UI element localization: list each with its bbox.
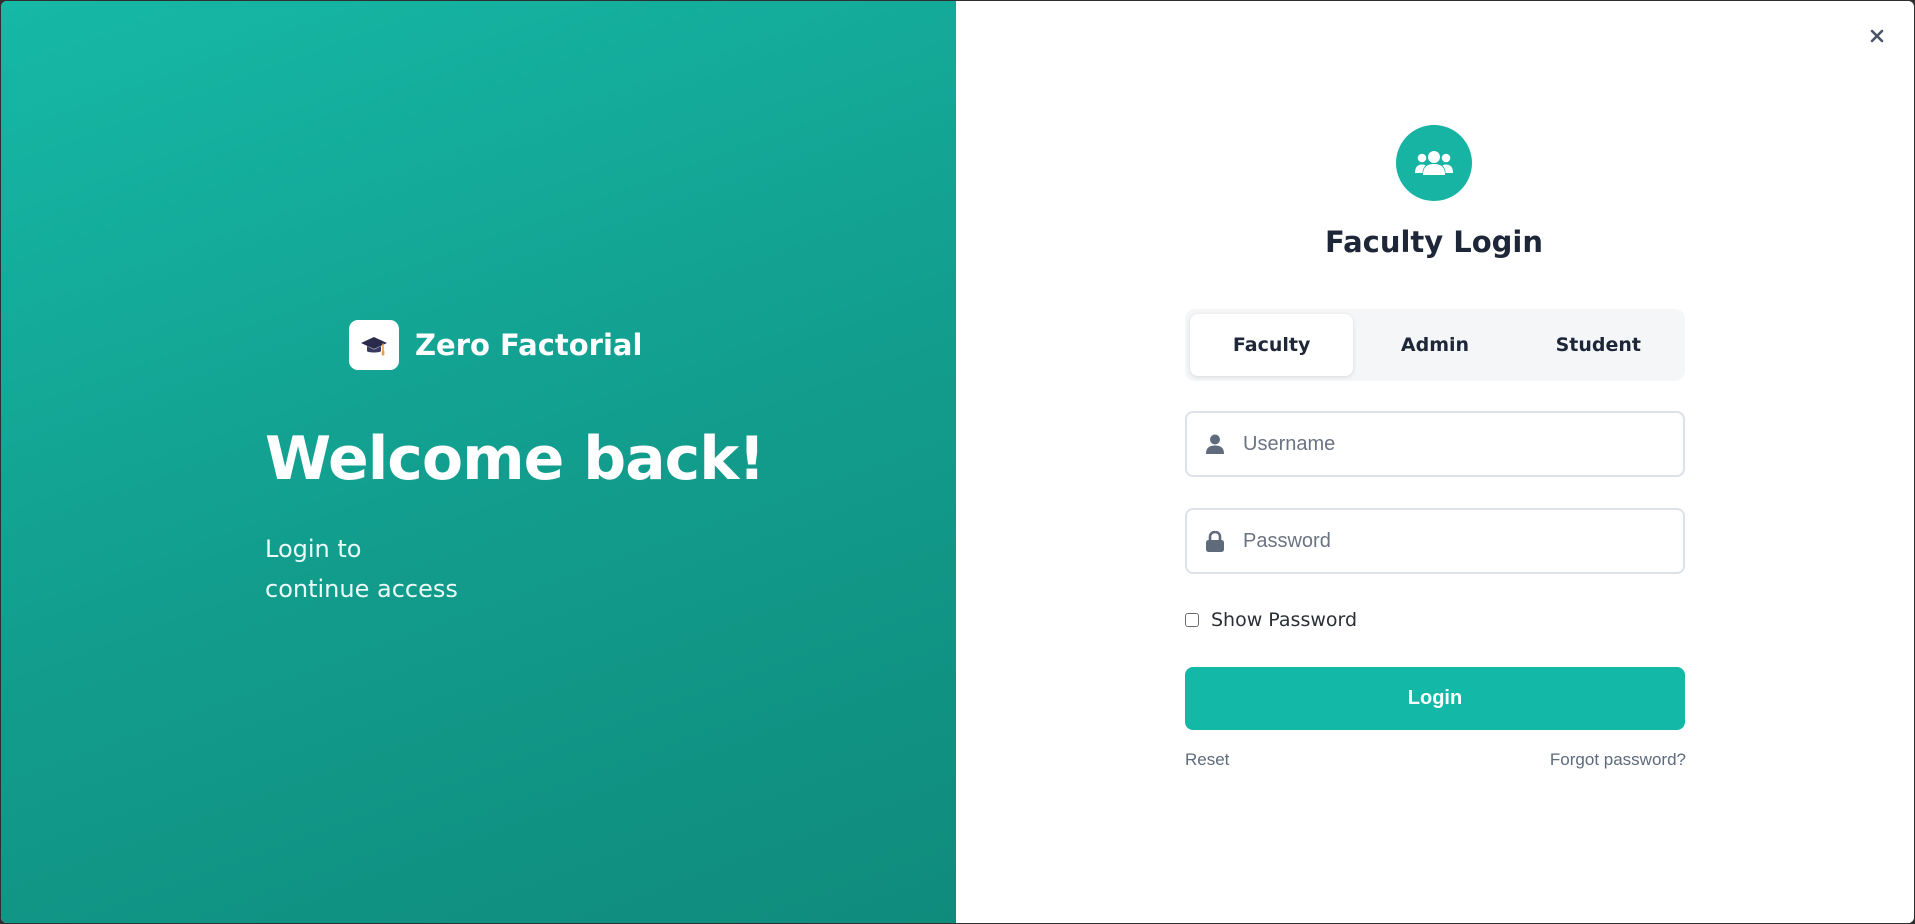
- tab-student[interactable]: Student: [1517, 314, 1680, 376]
- password-input[interactable]: [1243, 510, 1683, 572]
- users-group-icon: [1415, 151, 1453, 175]
- tab-admin[interactable]: Admin: [1353, 314, 1516, 376]
- login-modal: Zero Factorial Welcome back! Login to co…: [1, 1, 1914, 923]
- show-password-label[interactable]: Show Password: [1211, 609, 1357, 631]
- password-field: [1185, 508, 1685, 574]
- welcome-panel: Zero Factorial Welcome back! Login to co…: [1, 1, 956, 923]
- brand-logo: [349, 320, 399, 370]
- lock-icon: [1187, 530, 1243, 552]
- login-button[interactable]: Login: [1185, 667, 1685, 730]
- forgot-password-link[interactable]: Forgot password?: [1550, 750, 1686, 770]
- login-title: Faculty Login: [1324, 225, 1544, 259]
- username-input[interactable]: [1243, 413, 1683, 475]
- subtitle-line-2: continue access: [265, 575, 458, 603]
- brand: Zero Factorial: [349, 320, 642, 370]
- graduation-cap-icon: [361, 337, 387, 356]
- close-button[interactable]: [1864, 23, 1890, 49]
- show-password-row: Show Password: [1185, 609, 1357, 631]
- close-icon: [1870, 29, 1884, 43]
- login-panel: Faculty Login Faculty Admin Student User…: [956, 1, 1914, 923]
- brand-name: Zero Factorial: [415, 328, 643, 362]
- welcome-subtitle: Login to continue access: [265, 529, 485, 609]
- tab-faculty[interactable]: Faculty: [1190, 314, 1354, 376]
- user-icon: [1187, 434, 1243, 454]
- role-tabs: Faculty Admin Student: [1185, 309, 1685, 381]
- show-password-checkbox[interactable]: [1185, 613, 1199, 627]
- welcome-heading: Welcome back!: [265, 424, 765, 494]
- login-header-badge: [1396, 125, 1472, 201]
- subtitle-line-1: Login to: [265, 535, 362, 563]
- username-field: [1185, 411, 1685, 477]
- reset-link[interactable]: Reset: [1185, 750, 1229, 770]
